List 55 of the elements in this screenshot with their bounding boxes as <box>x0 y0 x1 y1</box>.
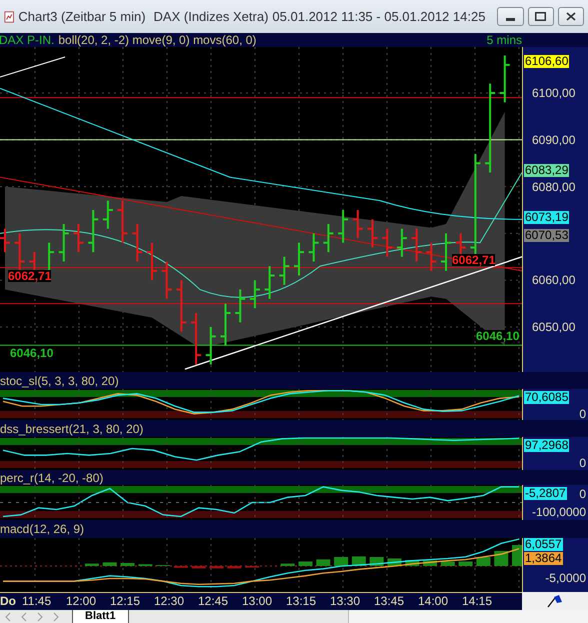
horizontal-scrollbar[interactable] <box>348 610 588 623</box>
indicator-value-tag: 1,3864 <box>524 552 563 565</box>
indicator-title: macd(12, 26, 9) <box>0 523 84 535</box>
price-level-label: 6046,10 <box>10 347 54 360</box>
minimize-icon <box>506 18 516 21</box>
indicator-value-tag: 97,2968 <box>524 439 570 452</box>
axis-label: -5,0000 <box>545 572 586 584</box>
axis-label: 0 <box>579 408 586 420</box>
indicator-value-tag: 70,6085 <box>524 391 570 404</box>
price-tag: 6070,53 <box>524 228 570 242</box>
study-list: boll(20, 2, -2) move(9, 0) movs(60, 0) <box>58 34 256 46</box>
time-label: 14:00 <box>418 595 448 607</box>
time-label: 12:30 <box>154 595 184 607</box>
minimize-button[interactable] <box>497 7 524 26</box>
time-label: 12:45 <box>198 595 228 607</box>
price-tag: 6083,29 <box>524 164 570 178</box>
axis-label: 6060,00 <box>532 274 576 286</box>
price-tag: 6106,60 <box>524 55 570 68</box>
axis-label: 0 <box>579 457 586 469</box>
maximize-icon <box>535 12 546 21</box>
price-level-label: 6062,71 <box>452 254 496 266</box>
indicator-value-tag: 6,0557 <box>524 538 563 551</box>
indicator-title: perc_r(14, -20, -80) <box>0 472 104 484</box>
axis-label: 0 <box>579 488 586 500</box>
time-label: 13:30 <box>330 595 360 607</box>
price-tag: 6073,19 <box>524 211 570 224</box>
close-icon <box>566 12 576 21</box>
price-level-label: 6062,71 <box>8 270 52 282</box>
sheet-tab[interactable]: Blatt1 <box>72 610 129 623</box>
maximize-button[interactable] <box>528 7 554 26</box>
time-label: 13:15 <box>286 595 316 607</box>
window-title: Chart3 (Zeitbar 5 min) <box>18 8 146 26</box>
time-label: 11:45 <box>22 595 52 607</box>
price-level-label: 6046,10 <box>476 330 520 342</box>
axis-label: 6100,00 <box>532 87 576 99</box>
axis-label: 6050,00 <box>532 321 576 333</box>
time-label: 13:45 <box>374 595 404 607</box>
symbol-label: DAX P-IN. <box>0 34 54 46</box>
day-label: Do <box>0 595 16 607</box>
indicator-title: dss_bressert(21, 3, 80, 20) <box>0 422 144 434</box>
instrument-label: DAX (Indizes Xetra) <box>154 8 268 26</box>
chart-icon <box>4 10 14 24</box>
indicator-value-tag: -5,2807 <box>524 487 567 500</box>
axis-label: 6080,00 <box>532 180 576 193</box>
time-label: 12:15 <box>110 595 140 607</box>
time-label: 12:00 <box>66 595 96 607</box>
flag-icon[interactable] <box>547 594 563 608</box>
close-button[interactable] <box>558 7 584 26</box>
interval-label: 5 mins <box>486 34 522 46</box>
axis-label: -100,0000 <box>532 506 586 518</box>
date-range: 05.01.2012 11:35 - 05.01.2012 14:25 <box>272 8 486 26</box>
axis-label: 6090,00 <box>532 134 576 146</box>
indicator-title: stoc_sl(5, 3, 3, 80, 20) <box>0 374 119 386</box>
time-label: 13:00 <box>242 595 272 607</box>
time-label: 14:15 <box>462 595 492 607</box>
